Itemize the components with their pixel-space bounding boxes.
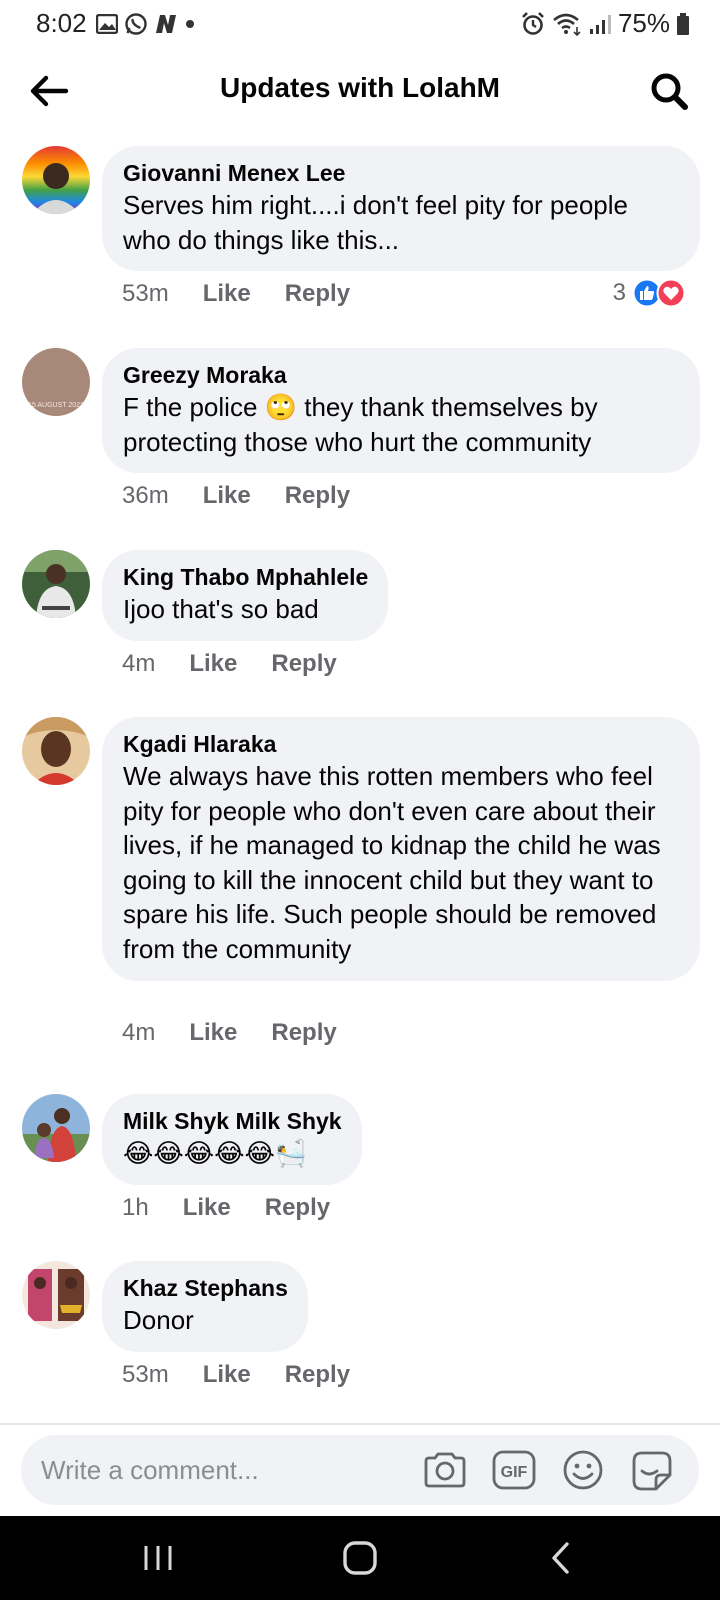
comment-author[interactable]: King Thabo Mphahlele xyxy=(123,562,368,592)
home-icon[interactable] xyxy=(340,1538,380,1578)
gif-icon[interactable]: GIF xyxy=(491,1447,537,1493)
reply-button[interactable]: Reply xyxy=(285,482,350,510)
comment-text: Ijoo that's so bad xyxy=(123,594,319,624)
comment-time[interactable]: 53m xyxy=(122,1361,169,1389)
comment: Milk Shyk Milk Shyk 😂😂😂😂😂🛀 1h Like Reply xyxy=(0,1094,720,1224)
comment-actions: 4m Like Reply xyxy=(122,650,337,678)
comment-time[interactable]: 36m xyxy=(122,482,169,510)
battery-percentage: 75% xyxy=(617,8,670,38)
comment-text: F the police 🙄 they thank themselves by … xyxy=(123,392,598,457)
status-right: 75% xyxy=(520,8,690,39)
avatar[interactable] xyxy=(22,550,90,618)
comment-text: 😂😂😂😂😂🛀 xyxy=(123,1138,308,1168)
back-nav-icon[interactable] xyxy=(542,1538,582,1578)
whatsapp-icon xyxy=(125,13,147,35)
status-bar: 8:02 75% xyxy=(0,0,720,46)
wifi-icon xyxy=(553,13,581,36)
comment-author[interactable]: Greezy Moraka xyxy=(123,360,680,390)
notification-icons xyxy=(96,12,196,36)
gallery-icon xyxy=(96,14,118,34)
comment-input[interactable] xyxy=(41,1451,421,1489)
comment: Kgadi Hlaraka We always have this rotten… xyxy=(0,717,720,1057)
comment-time[interactable]: 53m xyxy=(122,280,169,308)
comment-time[interactable]: 1h xyxy=(122,1194,149,1222)
comment-composer: GIF xyxy=(21,1435,699,1505)
avatar[interactable] xyxy=(22,1094,90,1162)
like-button[interactable]: Like xyxy=(203,280,251,308)
comment-bubble[interactable]: King Thabo Mphahlele Ijoo that's so bad xyxy=(102,550,389,641)
avatar[interactable] xyxy=(22,146,90,214)
like-button[interactable]: Like xyxy=(183,1194,231,1222)
reaction-summary[interactable]: 3 xyxy=(613,278,686,308)
like-button[interactable]: Like xyxy=(189,650,237,678)
search-icon[interactable] xyxy=(646,68,692,114)
comment-actions: 53m Like Reply xyxy=(122,1361,350,1389)
like-button[interactable]: Like xyxy=(203,1361,251,1389)
comment-actions: 36m Like Reply xyxy=(122,482,350,510)
comment-author[interactable]: Giovanni Menex Lee xyxy=(123,158,680,188)
love-reaction-icon xyxy=(656,278,686,308)
reaction-count: 3 xyxy=(612,279,626,306)
signal-icon xyxy=(589,14,611,34)
avatar[interactable]: 15 AUGUST 2021 xyxy=(22,348,90,416)
comment-actions: 4m Like Reply xyxy=(122,1019,337,1047)
like-button[interactable]: Like xyxy=(189,1019,237,1047)
news-app-icon xyxy=(156,15,176,33)
avatar[interactable] xyxy=(22,1261,90,1329)
comment-bubble[interactable]: Milk Shyk Milk Shyk 😂😂😂😂😂🛀 xyxy=(102,1094,362,1185)
comment-actions: 53m Like Reply xyxy=(122,280,350,308)
more-notifications-icon xyxy=(186,20,194,28)
comment-author[interactable]: Khaz Stephans xyxy=(123,1273,288,1303)
system-navigation-bar xyxy=(0,1516,720,1600)
alarm-icon xyxy=(522,11,544,35)
comment-bubble[interactable]: Greezy Moraka F the police 🙄 they thank … xyxy=(102,348,700,474)
comment-author[interactable]: Milk Shyk Milk Shyk xyxy=(123,1106,342,1136)
comment-author[interactable]: Kgadi Hlaraka xyxy=(123,729,680,759)
reply-button[interactable]: Reply xyxy=(285,280,350,308)
reply-button[interactable]: Reply xyxy=(265,1194,330,1222)
emoji-icon[interactable] xyxy=(560,1447,606,1493)
like-button[interactable]: Like xyxy=(203,482,251,510)
comment-text: We always have this rotten members who f… xyxy=(123,761,661,964)
avatar[interactable] xyxy=(22,717,90,785)
comment: Giovanni Menex Lee Serves him right....i… xyxy=(0,146,720,316)
battery-icon xyxy=(677,12,689,35)
recent-apps-icon[interactable] xyxy=(138,1538,178,1578)
comment: 15 AUGUST 2021 Greezy Moraka F the polic… xyxy=(0,348,720,518)
comment: Khaz Stephans Donor 53m Like Reply xyxy=(0,1261,720,1391)
sticker-icon[interactable] xyxy=(629,1447,675,1493)
divider xyxy=(0,1423,720,1425)
comment-bubble[interactable]: Kgadi Hlaraka We always have this rotten… xyxy=(102,717,700,981)
comment-text: Serves him right....i don't feel pity fo… xyxy=(123,190,628,255)
comment-bubble[interactable]: Khaz Stephans Donor xyxy=(102,1261,308,1352)
app-header: Updates with LolahM xyxy=(0,56,720,126)
reply-button[interactable]: Reply xyxy=(271,650,336,678)
comment: King Thabo Mphahlele Ijoo that's so bad … xyxy=(0,550,720,680)
comment-time[interactable]: 4m xyxy=(122,1019,155,1047)
comment-text: Donor xyxy=(123,1305,194,1335)
page-title: Updates with LolahM xyxy=(220,72,500,103)
reply-button[interactable]: Reply xyxy=(271,1019,336,1047)
svg-text:GIF: GIF xyxy=(501,1464,528,1481)
comment-actions: 1h Like Reply xyxy=(122,1194,330,1222)
reply-button[interactable]: Reply xyxy=(285,1361,350,1389)
comment-time[interactable]: 4m xyxy=(122,650,155,678)
status-time: 8:02 xyxy=(36,8,87,38)
comment-bubble[interactable]: Giovanni Menex Lee Serves him right....i… xyxy=(102,146,700,272)
avatar-caption: 15 AUGUST 2021 xyxy=(28,402,84,409)
camera-icon[interactable] xyxy=(422,1447,468,1493)
